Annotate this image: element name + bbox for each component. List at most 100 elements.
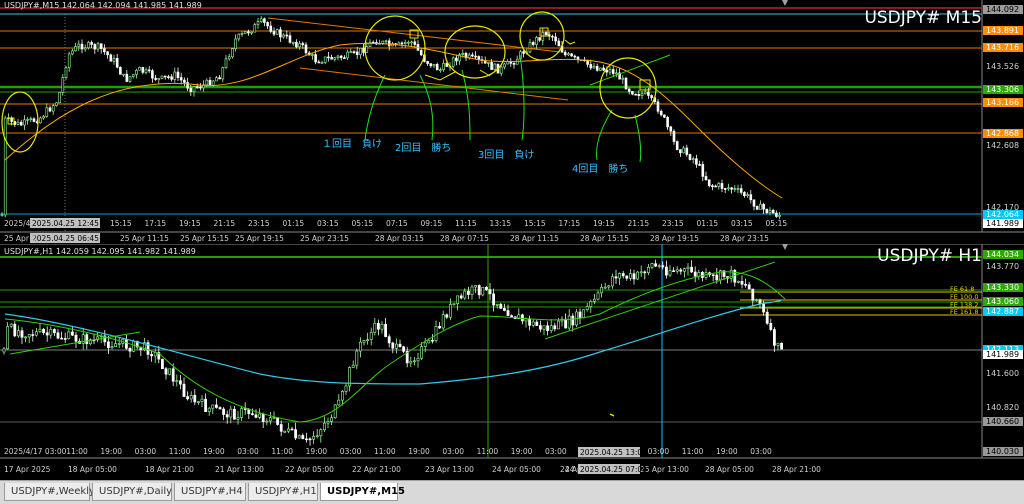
candle-body bbox=[215, 77, 218, 82]
candle-body bbox=[251, 413, 254, 416]
candle-body bbox=[355, 350, 359, 366]
trade-annotation-3: 3回目 負け bbox=[478, 149, 534, 161]
candle-body bbox=[749, 194, 753, 201]
candle-body bbox=[474, 55, 477, 58]
candle-body bbox=[650, 263, 654, 268]
intraday-time-label: 19:15 bbox=[593, 219, 615, 228]
candle-body bbox=[589, 64, 593, 69]
candle-body bbox=[330, 57, 333, 60]
tab-usdjpy-weekly[interactable]: USDJPY#,Weekly bbox=[4, 483, 95, 501]
candle-body bbox=[403, 41, 407, 44]
candle-body bbox=[506, 61, 509, 65]
candle-body bbox=[611, 69, 615, 74]
candle-body bbox=[780, 342, 784, 350]
candle-body bbox=[769, 323, 773, 330]
intraday-time-label: 23:15 bbox=[248, 219, 270, 228]
candle-body bbox=[490, 62, 493, 70]
candle-body bbox=[297, 435, 301, 439]
candle-body bbox=[697, 272, 701, 277]
candle-body bbox=[493, 63, 497, 70]
candle-body bbox=[592, 65, 596, 69]
candle-body bbox=[659, 110, 663, 116]
candle-body bbox=[495, 303, 499, 306]
candle-body bbox=[42, 116, 45, 119]
candle-body bbox=[340, 391, 344, 401]
tab-usdjpy-h1[interactable]: USDJPY#,H1 bbox=[248, 483, 318, 501]
hour-axis-label: 03:00 bbox=[750, 447, 772, 456]
candle-body bbox=[600, 286, 604, 294]
candle-body bbox=[247, 31, 250, 34]
candle-body bbox=[189, 87, 193, 93]
candle-body bbox=[711, 274, 715, 277]
candle-body bbox=[173, 71, 177, 80]
candle-body bbox=[167, 76, 170, 78]
candle-body bbox=[663, 114, 666, 118]
candle-body bbox=[74, 334, 78, 342]
chart-panel-m15[interactable]: １回目 負け 2回目 勝ち 3回目 負け 4回目 勝ち 144.092 143.891 14… bbox=[0, 0, 1024, 244]
candle-body bbox=[625, 275, 629, 279]
candle-body bbox=[409, 361, 413, 364]
candle-body bbox=[128, 348, 132, 352]
candle-body bbox=[420, 346, 424, 359]
candle-body bbox=[775, 212, 778, 217]
candle-body bbox=[266, 22, 269, 27]
time-axis-label: 25 Apr 11:15 bbox=[120, 234, 169, 243]
candle-body bbox=[690, 266, 694, 273]
candle-body bbox=[688, 154, 692, 160]
candle-body bbox=[610, 276, 614, 287]
candle-body bbox=[343, 57, 346, 59]
candle-body bbox=[117, 343, 121, 345]
candle-body bbox=[506, 310, 510, 316]
time-axis-label: 28 Apr 23:15 bbox=[720, 234, 769, 243]
candle-body bbox=[391, 342, 395, 349]
candle-body bbox=[768, 209, 772, 213]
candle-body bbox=[176, 71, 180, 78]
candle-body bbox=[63, 338, 67, 340]
candle-body bbox=[394, 343, 398, 349]
candle-body bbox=[407, 41, 410, 44]
candle-body bbox=[231, 48, 234, 58]
candle-body bbox=[492, 293, 496, 306]
candle-body bbox=[398, 343, 402, 348]
candle-body bbox=[733, 188, 737, 190]
hour-axis-label: 03:00 bbox=[237, 447, 259, 456]
candle-body bbox=[528, 42, 532, 53]
candle-body bbox=[77, 43, 81, 47]
price-tag-label: 144.034 bbox=[986, 250, 1019, 259]
price-tag-label: 143.770 bbox=[986, 262, 1019, 271]
time-axis-label: 25 Apr 23:15 bbox=[300, 234, 349, 243]
intraday-time-label: 05:15 bbox=[766, 219, 788, 228]
m15-chart-canvas[interactable]: １回目 負け 2回目 勝ち 3回目 負け 4回目 勝ち 144.092 143.891 14… bbox=[0, 0, 1024, 244]
candle-body bbox=[567, 53, 570, 56]
candle-body bbox=[413, 41, 417, 45]
candle-body bbox=[179, 77, 183, 81]
candle-body bbox=[744, 284, 748, 286]
intraday-time-label: 03:15 bbox=[731, 219, 753, 228]
candle-body bbox=[515, 58, 519, 65]
candle-body bbox=[434, 325, 438, 341]
candle-body bbox=[695, 158, 698, 165]
candle-body bbox=[502, 308, 506, 311]
candle-body bbox=[366, 339, 370, 341]
candle-body bbox=[704, 176, 708, 181]
h1-chart-canvas[interactable]: 144.034143.770143.330143.060142.887142.1… bbox=[0, 244, 1024, 480]
candle-body bbox=[512, 63, 516, 65]
candle-body bbox=[426, 61, 429, 64]
candle-body bbox=[268, 417, 272, 422]
candle-body bbox=[410, 41, 413, 44]
intraday-time-label: 21:15 bbox=[628, 219, 650, 228]
date-axis-label: 25 Apr 13:00 bbox=[640, 465, 689, 474]
date-axis-label: 28 Apr 21:00 bbox=[772, 465, 821, 474]
candle-body bbox=[6, 326, 10, 350]
candle-body bbox=[522, 51, 525, 54]
candle-body bbox=[693, 271, 697, 277]
tab-usdjpy-h4[interactable]: USDJPY#,H4 bbox=[174, 483, 246, 501]
candle-body bbox=[279, 424, 283, 432]
candle-body bbox=[99, 43, 103, 49]
candle-body bbox=[380, 324, 384, 330]
tab-usdjpy-m15[interactable]: USDJPY#,M15 bbox=[320, 483, 405, 501]
tab-usdjpy-daily[interactable]: USDJPY#,Daily bbox=[92, 483, 172, 501]
chart-panel-h1[interactable]: 144.034 143.770 143.330 143.060 142.887 142.1… bbox=[0, 244, 1024, 480]
intraday-time-label: 23:15 bbox=[662, 219, 684, 228]
candle-body bbox=[61, 77, 65, 93]
